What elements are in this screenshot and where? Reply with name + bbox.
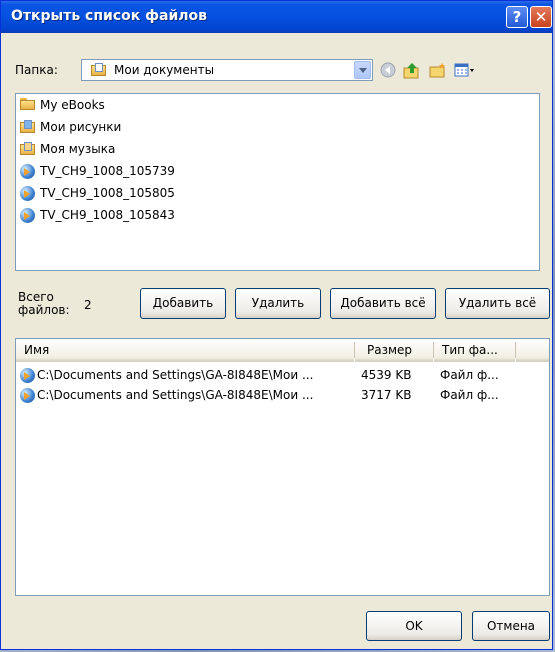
selected-files-list[interactable]: Имя Размер Тип фа... C:\Documents and Se… [15, 338, 550, 596]
total-files-count: 2 [84, 298, 92, 312]
row-file-path: C:\Documents and Settings\GA-8I848E\Мои … [37, 368, 314, 382]
back-icon[interactable] [379, 62, 397, 79]
video-file-icon [20, 186, 35, 201]
view-menu-icon[interactable] [454, 62, 474, 79]
column-header-name[interactable]: Имя [16, 339, 354, 362]
dialog-title: Открыть список файлов [11, 8, 207, 24]
row-file-type: Файл ф... [440, 388, 499, 402]
column-header-filler [516, 339, 549, 362]
total-files-label-line2: файлов: [18, 303, 70, 317]
remove-button[interactable]: Удалить [235, 288, 321, 319]
close-button[interactable]: ✕ [530, 6, 552, 28]
table-row[interactable]: C:\Documents and Settings\GA-8I848E\Мои … [16, 385, 549, 405]
row-file-type: Файл ф... [440, 368, 499, 382]
open-file-list-dialog: Открыть список файлов ? ✕ Папка: Мои док… [0, 0, 553, 650]
music-folder-icon [20, 142, 36, 156]
file-name: Моя музыка [40, 142, 116, 156]
file-name: My eBooks [40, 98, 105, 112]
video-file-icon [20, 164, 35, 179]
column-name-label: Имя [24, 343, 50, 357]
file-name: Мои рисунки [40, 120, 122, 134]
column-header-size[interactable]: Размер [355, 339, 433, 362]
column-size-label: Размер [367, 343, 413, 357]
add-button[interactable]: Добавить [140, 288, 226, 319]
file-name: TV_CH9_1008_105739 [40, 164, 175, 178]
file-browser-list[interactable]: My eBooks Мои рисунки Моя музыка TV_CH9_… [15, 93, 540, 271]
my-documents-icon [91, 63, 107, 77]
video-file-icon [20, 208, 35, 223]
new-folder-icon[interactable] [429, 62, 447, 79]
cancel-button[interactable]: Отмена [472, 611, 550, 641]
folder-select-value: Мои документы [114, 63, 215, 77]
folder-label: Папка: [15, 63, 58, 77]
remove-all-button[interactable]: Удалить всё [445, 288, 550, 319]
folder-select[interactable]: Мои документы [81, 59, 373, 81]
video-file-icon [20, 388, 35, 403]
file-name: TV_CH9_1008_105805 [40, 186, 175, 200]
ok-button[interactable]: OK [366, 611, 462, 641]
help-button[interactable]: ? [506, 6, 528, 28]
table-row[interactable]: C:\Documents and Settings\GA-8I848E\Мои … [16, 365, 549, 385]
video-file-icon [20, 368, 35, 383]
column-header-type[interactable]: Тип фа... [434, 339, 515, 362]
title-bar[interactable]: Открыть список файлов ? ✕ [1, 1, 552, 33]
chevron-down-icon[interactable] [354, 61, 371, 79]
row-file-size: 4539 KB [361, 368, 412, 382]
pictures-folder-icon [20, 120, 36, 134]
up-folder-icon[interactable] [403, 62, 421, 79]
column-type-label: Тип фа... [442, 343, 498, 357]
row-file-size: 3717 KB [361, 388, 412, 402]
row-file-path: C:\Documents and Settings\GA-8I848E\Мои … [37, 388, 314, 402]
file-name: TV_CH9_1008_105843 [40, 208, 175, 222]
add-all-button[interactable]: Добавить всё [330, 288, 436, 319]
folder-icon [20, 98, 36, 111]
